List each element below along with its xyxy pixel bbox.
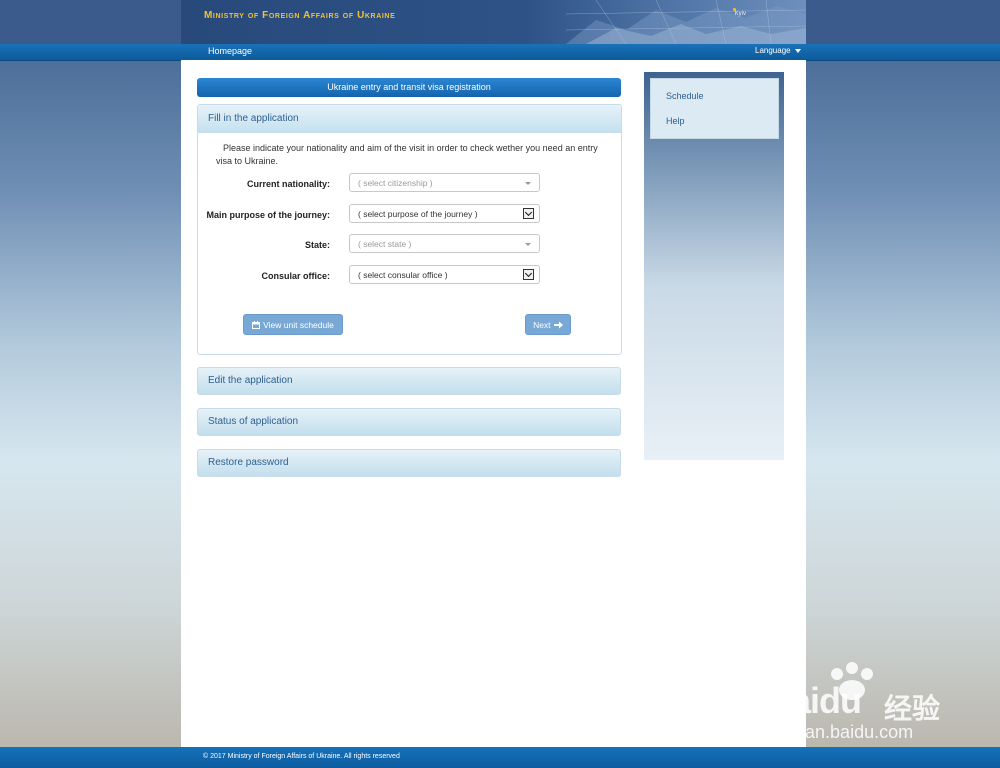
nationality-select[interactable]: ( select citizenship ) (349, 173, 540, 192)
restore-password-section[interactable]: Restore password (197, 449, 621, 477)
fill-application-panel: Fill in the application Please indicate … (197, 104, 622, 355)
nav-homepage-link[interactable]: Homepage (208, 46, 252, 56)
chevron-down-icon (525, 243, 531, 246)
purpose-select[interactable]: ( select purpose of the journey ) (349, 204, 540, 223)
state-label: State: (304, 240, 330, 250)
nationality-label: Current nationality: (246, 179, 330, 189)
purpose-select-value: ( select purpose of the journey ) (358, 209, 478, 219)
view-unit-schedule-label: View unit schedule (263, 320, 334, 330)
consular-office-select[interactable]: ( select consular office ) (349, 265, 540, 284)
ministry-title: Ministry of Foreign Affairs of Ukraine (204, 10, 396, 21)
watermark-url: jingyan.baidu.com (768, 722, 914, 742)
watermark-cn: 经验 (884, 693, 941, 724)
sidebar-item-schedule[interactable]: Schedule (666, 91, 704, 101)
site-footer: © 2017 Ministry of Foreign Affairs of Uk… (0, 747, 1000, 768)
sidebar: Schedule Help (644, 72, 784, 460)
copyright-text: © 2017 Ministry of Foreign Affairs of Uk… (203, 753, 400, 760)
chevron-down-icon (525, 182, 531, 185)
sidebar-item-help[interactable]: Help (666, 116, 685, 126)
watermark-brand-prefix: Bai (766, 680, 820, 721)
header-banner: Ministry of Foreign Affairs of Ukraine K… (181, 0, 806, 44)
language-label: Language (755, 46, 791, 55)
watermark-brand: Baidu (766, 680, 862, 722)
language-dropdown[interactable]: Language (755, 46, 801, 55)
purpose-label: Main purpose of the journey: (206, 210, 330, 220)
status-application-section[interactable]: Status of application (197, 408, 621, 436)
edit-application-section[interactable]: Edit the application (197, 367, 621, 395)
baidu-watermark: Baidu 经验 jingyan.baidu.com (766, 660, 956, 750)
caret-down-icon (794, 48, 801, 53)
dropdown-arrow-icon (523, 208, 534, 219)
sidebar-menu: Schedule Help (650, 78, 779, 139)
site-header: Ministry of Foreign Affairs of Ukraine K… (0, 0, 1000, 44)
fill-application-header[interactable]: Fill in the application (198, 105, 621, 133)
next-button[interactable]: Next (525, 314, 571, 335)
state-select-value: ( select state ) (358, 239, 412, 249)
intro-text: Please indicate your nationality and aim… (216, 143, 598, 166)
watermark-brand-suffix: du (819, 680, 862, 721)
view-unit-schedule-button[interactable]: View unit schedule (243, 314, 343, 335)
navbar: Homepage Language (0, 44, 1000, 61)
dropdown-arrow-icon (523, 269, 534, 280)
consular-office-label: Consular office: (261, 271, 330, 281)
state-select[interactable]: ( select state ) (349, 234, 540, 253)
consular-office-select-value: ( select consular office ) (358, 270, 448, 280)
nationality-select-value: ( select citizenship ) (358, 178, 433, 188)
map-city-label: Kyiv (734, 11, 746, 17)
registration-title: Ukraine entry and transit visa registrat… (197, 78, 621, 97)
next-button-label: Next (533, 320, 551, 330)
calendar-icon (252, 321, 261, 329)
arrow-right-icon (553, 321, 563, 329)
map-decoration (566, 0, 806, 44)
